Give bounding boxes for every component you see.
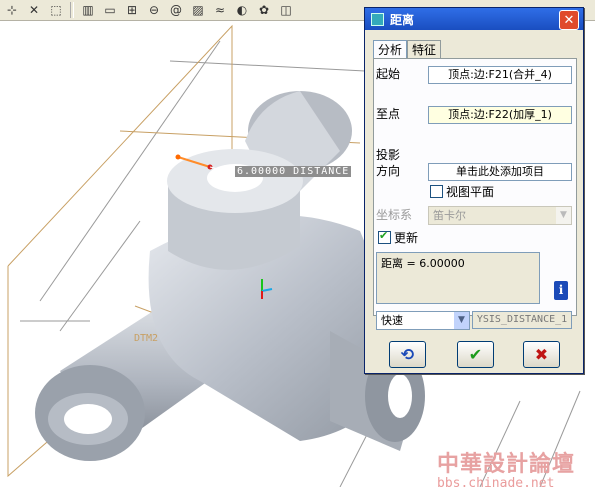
- datum-display-icon[interactable]: ⊹: [2, 1, 22, 19]
- analysis-name-field[interactable]: YSIS_DISTANCE_1: [472, 311, 572, 329]
- to-field[interactable]: 顶点:边:F22(加厚_1): [428, 106, 572, 124]
- update-label: 更新: [394, 231, 419, 245]
- to-label: 至点: [376, 107, 401, 121]
- ok-button[interactable]: ✔: [457, 341, 494, 368]
- chevron-down-icon: ▼: [454, 312, 469, 329]
- view-plane-checkbox[interactable]: [430, 185, 443, 198]
- cancel-button[interactable]: ✖: [523, 341, 560, 368]
- from-label: 起始: [376, 67, 401, 81]
- distance-dialog: 距离 ✕ 分析 特征 起始 顶点:边:F21(合并_4) 至点 顶点:边:F22…: [364, 7, 584, 374]
- wave-icon[interactable]: ≈: [210, 1, 230, 19]
- coord-sys-value: 笛卡尔: [433, 209, 466, 222]
- dialog-titlebar[interactable]: 距离 ✕: [365, 8, 583, 30]
- color-wheel-icon[interactable]: ✿: [254, 1, 274, 19]
- plane-icon[interactable]: ▭: [100, 1, 120, 19]
- from-field[interactable]: 顶点:边:F21(合并_4): [428, 66, 572, 84]
- tab-analysis[interactable]: 分析: [373, 40, 408, 60]
- direction-label: 方向: [376, 164, 401, 178]
- tab-feature[interactable]: 特征: [407, 40, 442, 59]
- analysis-icon[interactable]: ◫: [276, 1, 296, 19]
- repeat-button[interactable]: ⟲: [389, 341, 426, 368]
- dialog-app-icon: [371, 12, 384, 26]
- mode-value: 快速: [381, 314, 403, 327]
- coord-sys-label: 坐标系: [376, 208, 413, 222]
- mode-select[interactable]: 快速 ▼: [376, 311, 470, 330]
- pattern-icon[interactable]: ▨: [188, 1, 208, 19]
- refresh-icon: ⟲: [400, 345, 415, 364]
- info-icon[interactable]: i: [554, 281, 568, 300]
- toolbar-separator: [70, 2, 74, 18]
- projection-label: 投影: [376, 148, 401, 162]
- chevron-down-icon: ▼: [556, 207, 571, 224]
- spiral-icon[interactable]: @: [166, 1, 186, 19]
- result-box: 距离 = 6.00000: [376, 252, 540, 304]
- dialog-title: 距离: [390, 12, 415, 27]
- select-icon[interactable]: ⬚: [46, 1, 66, 19]
- shade-icon[interactable]: ◐: [232, 1, 252, 19]
- dialog-tabs: 分析 特征: [373, 40, 442, 60]
- datum-label: DTM2: [134, 333, 159, 344]
- hole-icon[interactable]: ⊖: [144, 1, 164, 19]
- sketch-icon[interactable]: ▥: [78, 1, 98, 19]
- projection-field[interactable]: 单击此处添加项目: [428, 163, 572, 181]
- watermark: 中華設計論壇 bbs.chinade.net: [437, 446, 575, 487]
- close-button[interactable]: ✕: [559, 10, 579, 30]
- update-checkbox[interactable]: [378, 229, 391, 244]
- analysis-panel: 起始 顶点:边:F21(合并_4) 至点 顶点:边:F22(加厚_1) 投影 方…: [373, 58, 577, 330]
- axis-display-icon[interactable]: ✕: [24, 1, 44, 19]
- coord-sys-select: 笛卡尔 ▼: [428, 206, 572, 225]
- watermark-url: bbs.chinade.net: [437, 476, 555, 487]
- check-icon: ✔: [468, 345, 483, 364]
- view-plane-label: 视图平面: [446, 185, 495, 199]
- cross-icon: ✖: [534, 345, 549, 364]
- grid-icon[interactable]: ⊞: [122, 1, 142, 19]
- result-text: 距离 = 6.00000: [381, 257, 465, 270]
- close-icon: ✕: [563, 12, 575, 28]
- watermark-title: 中華設計論壇: [437, 452, 576, 477]
- dimension-label: 6.00000 DISTANCE: [235, 166, 352, 177]
